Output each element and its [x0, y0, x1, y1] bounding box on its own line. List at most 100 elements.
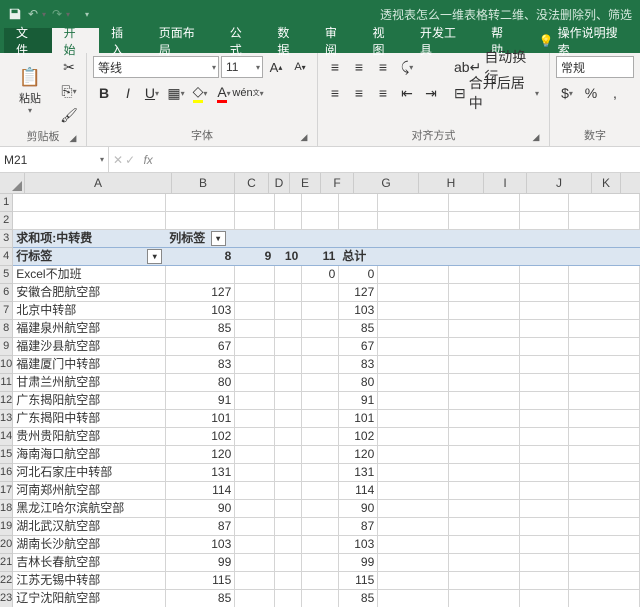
cell[interactable]	[378, 554, 449, 571]
cell[interactable]	[235, 482, 275, 499]
col-header-J[interactable]: J	[527, 173, 592, 193]
cell[interactable]	[302, 194, 339, 211]
cell[interactable]: 80	[339, 374, 378, 391]
cell[interactable]	[166, 266, 235, 283]
cell[interactable]: 114	[166, 482, 235, 499]
tab-review[interactable]: 审阅	[313, 28, 361, 53]
cell[interactable]: 列标签 ▾	[166, 230, 235, 247]
cell[interactable]	[449, 572, 520, 589]
row-header-18[interactable]: 18	[0, 500, 12, 518]
cell[interactable]: 103	[166, 536, 235, 553]
decrease-indent-button[interactable]: ⇤	[396, 82, 418, 104]
cell[interactable]	[520, 464, 569, 481]
cell[interactable]	[520, 518, 569, 535]
cell[interactable]	[378, 374, 449, 391]
row-header-12[interactable]: 12	[0, 392, 12, 410]
cell[interactable]	[235, 446, 275, 463]
row-header-11[interactable]: 11	[0, 374, 12, 392]
row-header-21[interactable]: 21	[0, 554, 12, 572]
fill-color-button[interactable]: ◇▾	[189, 82, 211, 104]
cell[interactable]	[520, 572, 569, 589]
align-center-button[interactable]: ≡	[348, 82, 370, 104]
cell[interactable]	[449, 464, 520, 481]
cell[interactable]	[449, 230, 520, 247]
tab-page-layout[interactable]: 页面布局	[147, 28, 218, 53]
cell[interactable]	[235, 392, 275, 409]
align-bottom-button[interactable]: ≡	[372, 56, 394, 78]
cell[interactable]: 90	[166, 500, 235, 517]
col-filter-dropdown[interactable]: ▾	[211, 231, 226, 246]
cell[interactable]	[302, 338, 339, 355]
paste-button[interactable]: 📋 粘贴 ▾	[6, 56, 54, 126]
row-header-5[interactable]: 5	[0, 266, 12, 284]
row-filter-dropdown[interactable]: ▾	[147, 249, 162, 264]
cell[interactable]: 0	[339, 266, 378, 283]
cell[interactable]	[378, 590, 449, 607]
cell[interactable]: 河北石家庄中转部	[13, 464, 166, 481]
cell[interactable]: 83	[339, 356, 378, 373]
cell[interactable]: 11	[302, 248, 339, 265]
cell[interactable]: 103	[339, 302, 378, 319]
cell[interactable]	[449, 374, 520, 391]
col-header-I[interactable]: I	[484, 173, 527, 193]
orientation-button[interactable]: ⤹▾	[396, 56, 418, 78]
row-header-17[interactable]: 17	[0, 482, 12, 500]
cell[interactable]: 90	[339, 500, 378, 517]
align-left-button[interactable]: ≡	[324, 82, 346, 104]
cell[interactable]	[569, 536, 640, 553]
select-all-button[interactable]	[0, 173, 25, 193]
cell[interactable]: 85	[166, 320, 235, 337]
tell-me[interactable]: 💡操作说明搜索	[527, 28, 640, 53]
cell[interactable]: 91	[339, 392, 378, 409]
tab-formulas[interactable]: 公式	[218, 28, 266, 53]
cell[interactable]	[569, 500, 640, 517]
cell[interactable]	[275, 320, 302, 337]
cell[interactable]: 67	[339, 338, 378, 355]
save-icon[interactable]	[4, 3, 26, 25]
cell[interactable]	[302, 230, 339, 247]
cell[interactable]	[569, 302, 640, 319]
cell[interactable]: 江苏无锡中转部	[13, 572, 166, 589]
cell[interactable]	[449, 248, 520, 265]
cell[interactable]	[569, 482, 640, 499]
cell[interactable]	[378, 536, 449, 553]
row-header-20[interactable]: 20	[0, 536, 12, 554]
tab-home[interactable]: 开始	[52, 28, 100, 53]
col-header-B[interactable]: B	[172, 173, 235, 193]
cell[interactable]	[235, 410, 275, 427]
tab-file[interactable]: 文件	[4, 28, 52, 53]
cell[interactable]	[302, 410, 339, 427]
cell[interactable]	[13, 194, 166, 211]
cell[interactable]	[235, 428, 275, 445]
cell[interactable]	[302, 464, 339, 481]
cell[interactable]: 131	[166, 464, 235, 481]
row-header-2[interactable]: 2	[0, 212, 12, 230]
cell[interactable]: 127	[166, 284, 235, 301]
dialog-launcher-icon[interactable]: ◢	[529, 130, 543, 144]
cell[interactable]	[449, 212, 520, 229]
cell[interactable]	[520, 536, 569, 553]
cell[interactable]	[378, 194, 449, 211]
increase-font-button[interactable]: A▴	[265, 56, 287, 78]
row-header-16[interactable]: 16	[0, 464, 12, 482]
cell[interactable]	[520, 302, 569, 319]
number-format-select[interactable]: 常规	[556, 56, 634, 78]
cell[interactable]	[235, 374, 275, 391]
cell[interactable]: 99	[339, 554, 378, 571]
cell[interactable]	[275, 572, 302, 589]
cell[interactable]	[378, 284, 449, 301]
cell[interactable]	[275, 518, 302, 535]
row-header-19[interactable]: 19	[0, 518, 12, 536]
row-header-10[interactable]: 10	[0, 356, 12, 374]
cell[interactable]	[302, 590, 339, 607]
cell[interactable]	[569, 338, 640, 355]
cell[interactable]	[449, 194, 520, 211]
cell[interactable]: 贵州贵阳航空部	[13, 428, 166, 445]
cell[interactable]	[520, 212, 569, 229]
cell[interactable]	[378, 482, 449, 499]
cell[interactable]	[449, 410, 520, 427]
row-header-1[interactable]: 1	[0, 194, 12, 212]
cell[interactable]	[166, 194, 235, 211]
col-header-D[interactable]: D	[269, 173, 290, 193]
cell[interactable]	[449, 446, 520, 463]
